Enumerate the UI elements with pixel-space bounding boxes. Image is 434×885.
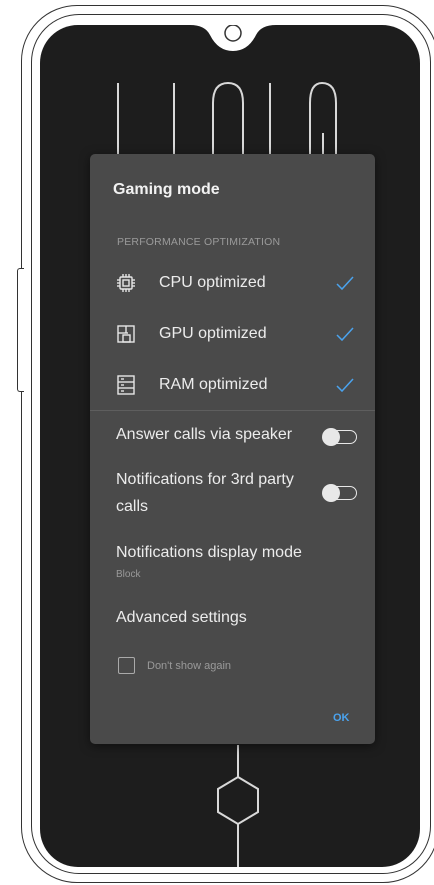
camera-notch (190, 25, 276, 51)
notifications-3rd-party-label: Notifications for 3rd party calls (116, 468, 294, 519)
checkmark-icon (336, 327, 354, 342)
checkmark-icon (336, 378, 354, 393)
ok-button[interactable]: OK (333, 712, 350, 724)
notifications-3rd-party-line2: calls (116, 498, 149, 515)
notifications-display-mode-value: Block (116, 569, 141, 580)
notifications-display-mode-item[interactable]: Notifications display mode (116, 541, 302, 565)
dialog-title: Gaming mode (113, 181, 220, 198)
toggle-knob (322, 428, 340, 446)
ram-optimized-row: RAM optimized (116, 373, 356, 397)
gpu-optimized-row: GPU optimized (116, 322, 356, 346)
cpu-optimized-label: CPU optimized (159, 274, 266, 291)
answer-calls-speaker-toggle[interactable] (322, 428, 357, 446)
dont-show-again-row[interactable]: Don't show again (118, 657, 318, 677)
cpu-optimized-row: CPU optimized (116, 271, 356, 295)
gpu-board-icon (117, 325, 135, 343)
checkmark-icon (336, 276, 354, 291)
dont-show-again-label: Don't show again (147, 660, 232, 672)
front-camera-icon (224, 25, 242, 42)
dont-show-again-checkbox[interactable] (118, 657, 135, 674)
side-button (17, 268, 24, 392)
performance-section-label: PERFORMANCE OPTIMIZATION (117, 236, 281, 248)
notifications-3rd-party-line1: Notifications for 3rd party (116, 471, 294, 488)
ram-memory-icon (117, 375, 135, 395)
divider (90, 410, 375, 411)
gaming-mode-dialog: Gaming mode PERFORMANCE OPTIMIZATION CPU… (90, 154, 375, 744)
gpu-optimized-label: GPU optimized (159, 325, 267, 342)
ram-optimized-label: RAM optimized (159, 376, 268, 393)
answer-calls-speaker-label: Answer calls via speaker (116, 426, 293, 443)
notifications-3rd-party-toggle[interactable] (322, 484, 357, 502)
advanced-settings-item[interactable]: Advanced settings (116, 606, 247, 630)
cpu-chip-icon (117, 274, 135, 292)
toggle-knob (322, 484, 340, 502)
